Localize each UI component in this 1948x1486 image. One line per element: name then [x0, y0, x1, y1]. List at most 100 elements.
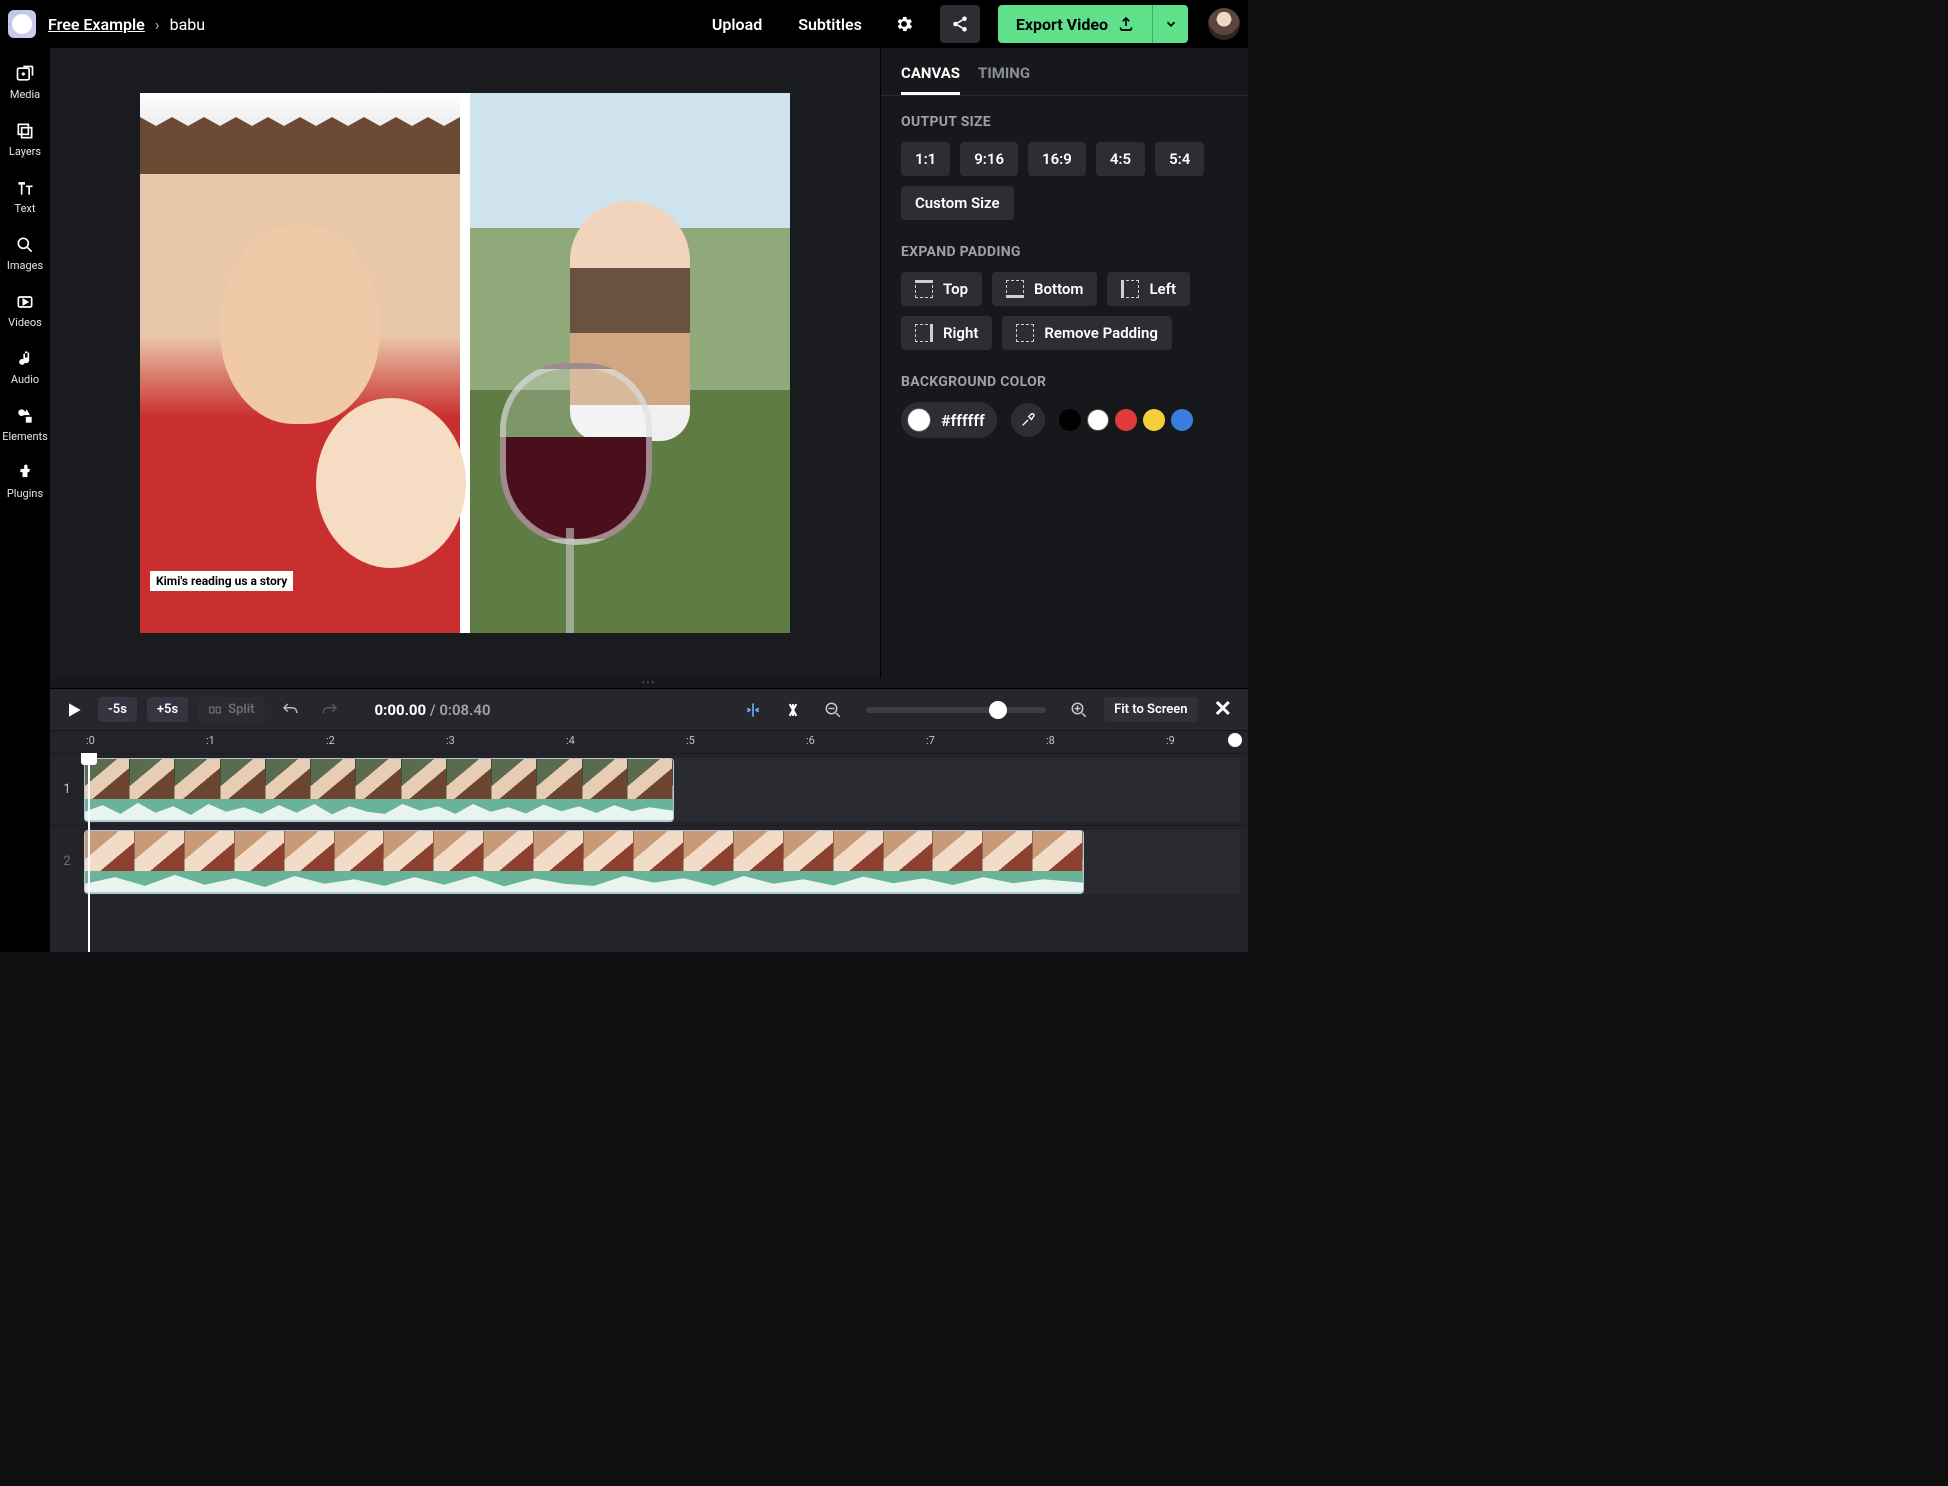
preset-black[interactable]: [1059, 409, 1081, 431]
export-icon: [1118, 16, 1134, 32]
redo-icon: [321, 701, 339, 719]
ruler-tick: :7: [926, 734, 935, 747]
preview-stage[interactable]: Kimi's reading us a story: [50, 48, 880, 678]
video-icon: [15, 292, 35, 312]
tab-layers[interactable]: Layers: [0, 111, 50, 166]
clip-1[interactable]: [84, 758, 674, 822]
timeline-end-marker[interactable]: [1228, 733, 1242, 747]
share-button[interactable]: [940, 5, 980, 43]
track-number: 1: [50, 782, 84, 797]
project-name[interactable]: babu: [170, 15, 206, 34]
bgcolor-label: BACKGROUND COLOR: [901, 374, 1228, 390]
playhead[interactable]: [88, 753, 90, 952]
zoom-in-button[interactable]: [1064, 695, 1094, 725]
canvas-clip-left[interactable]: Kimi's reading us a story: [140, 93, 460, 633]
preset-yellow[interactable]: [1143, 409, 1165, 431]
tab-videos[interactable]: Videos: [0, 282, 50, 337]
tab-plugins[interactable]: Plugins: [0, 453, 50, 508]
export-dropdown-button[interactable]: [1152, 5, 1188, 43]
ratio-4-5[interactable]: 4:5: [1096, 142, 1145, 176]
ruler-tick: :8: [1046, 734, 1055, 747]
export-button[interactable]: Export Video: [998, 5, 1152, 43]
bgcolor-input[interactable]: #ffffff: [901, 402, 997, 438]
rewind-5s-button[interactable]: -5s: [98, 697, 137, 722]
track-row-2: 2: [50, 825, 1248, 897]
panel-tab-timing[interactable]: TIMING: [978, 64, 1030, 95]
undo-button[interactable]: [275, 695, 305, 725]
tab-audio[interactable]: Audio: [0, 339, 50, 394]
breadcrumb-separator: ›: [155, 15, 160, 34]
play-icon: [64, 700, 84, 720]
user-avatar[interactable]: [1208, 8, 1240, 40]
timecode: 0:00.00 / 0:08.40: [375, 701, 491, 719]
properties-panel: CANVAS TIMING OUTPUT SIZE 1:1 9:16 16:9 …: [880, 48, 1248, 678]
ruler-tick: :5: [686, 734, 695, 747]
gear-icon: [894, 14, 914, 34]
fit-to-screen-button[interactable]: Fit to Screen: [1104, 697, 1197, 722]
export-group: Export Video: [998, 5, 1188, 43]
tab-text[interactable]: Text: [0, 168, 50, 223]
zoom-slider-knob[interactable]: [989, 701, 1007, 719]
left-toolbar: Media Layers Text Images Videos Audio El…: [0, 48, 50, 952]
eyedropper-button[interactable]: [1011, 403, 1045, 437]
elements-icon: [15, 406, 35, 426]
canvas-clip-right[interactable]: [470, 93, 790, 633]
ratio-9-16[interactable]: 9:16: [960, 142, 1018, 176]
undo-icon: [281, 701, 299, 719]
settings-button[interactable]: [886, 6, 922, 42]
pad-right-button[interactable]: Right: [901, 316, 992, 350]
preview-canvas[interactable]: Kimi's reading us a story: [140, 93, 790, 633]
remove-padding-button[interactable]: Remove Padding: [1002, 316, 1172, 350]
snap-button[interactable]: [738, 695, 768, 725]
tab-images[interactable]: Images: [0, 225, 50, 280]
trim-mode-button[interactable]: [778, 695, 808, 725]
layers-icon: [15, 121, 35, 141]
preset-red[interactable]: [1115, 409, 1137, 431]
custom-size-button[interactable]: Custom Size: [901, 186, 1014, 220]
close-timeline-button[interactable]: ✕: [1208, 697, 1238, 722]
redo-button[interactable]: [315, 695, 345, 725]
ratio-5-4[interactable]: 5:4: [1155, 142, 1204, 176]
snap-icon: [743, 700, 763, 720]
timeline-toolbar: -5s +5s Split 0:00.00 / 0:08.40 Fit to S…: [50, 689, 1248, 731]
workspace-link[interactable]: Free Example: [48, 15, 145, 34]
zoom-in-icon: [1070, 701, 1088, 719]
split-button[interactable]: Split: [198, 697, 264, 722]
timeline-ruler[interactable]: :0 :1 :2 :3 :4 :5 :6 :7 :8 :9: [50, 731, 1248, 753]
eyedropper-icon: [1020, 412, 1036, 428]
forward-5s-button[interactable]: +5s: [147, 697, 188, 722]
pad-top-button[interactable]: Top: [901, 272, 982, 306]
preset-white[interactable]: [1087, 409, 1109, 431]
zoom-out-button[interactable]: [818, 695, 848, 725]
preset-blue[interactable]: [1171, 409, 1193, 431]
pad-left-button[interactable]: Left: [1107, 272, 1190, 306]
panel-tab-canvas[interactable]: CANVAS: [901, 64, 960, 95]
pad-bottom-button[interactable]: Bottom: [992, 272, 1097, 306]
track-number: 2: [50, 854, 84, 869]
track-lane-1[interactable]: [84, 758, 1240, 822]
ratio-1-1[interactable]: 1:1: [901, 142, 950, 176]
share-icon: [951, 15, 969, 33]
tab-elements[interactable]: Elements: [0, 396, 50, 451]
search-icon: [15, 235, 35, 255]
app-logo[interactable]: [8, 10, 36, 38]
upload-button[interactable]: Upload: [700, 7, 774, 42]
trim-icon: [783, 700, 803, 720]
clip-2[interactable]: [84, 830, 1084, 894]
tab-media[interactable]: Media: [0, 54, 50, 109]
tab-plugins-label: Plugins: [7, 487, 43, 500]
ratio-16-9[interactable]: 16:9: [1028, 142, 1086, 176]
chevron-down-icon: [1164, 17, 1178, 31]
timeline-resize-handle[interactable]: •••: [50, 678, 1248, 688]
ruler-tick: :2: [326, 734, 335, 747]
ruler-tick: :0: [86, 734, 95, 747]
subtitles-button[interactable]: Subtitles: [786, 7, 874, 42]
split-icon: [208, 703, 222, 717]
track-lane-2[interactable]: [84, 830, 1240, 894]
zoom-slider[interactable]: [866, 707, 1046, 713]
media-icon: [15, 64, 35, 84]
bgcolor-swatch: [907, 408, 931, 432]
pad-none-icon: [1016, 324, 1034, 342]
play-button[interactable]: [60, 696, 88, 724]
audio-icon: [15, 349, 35, 369]
